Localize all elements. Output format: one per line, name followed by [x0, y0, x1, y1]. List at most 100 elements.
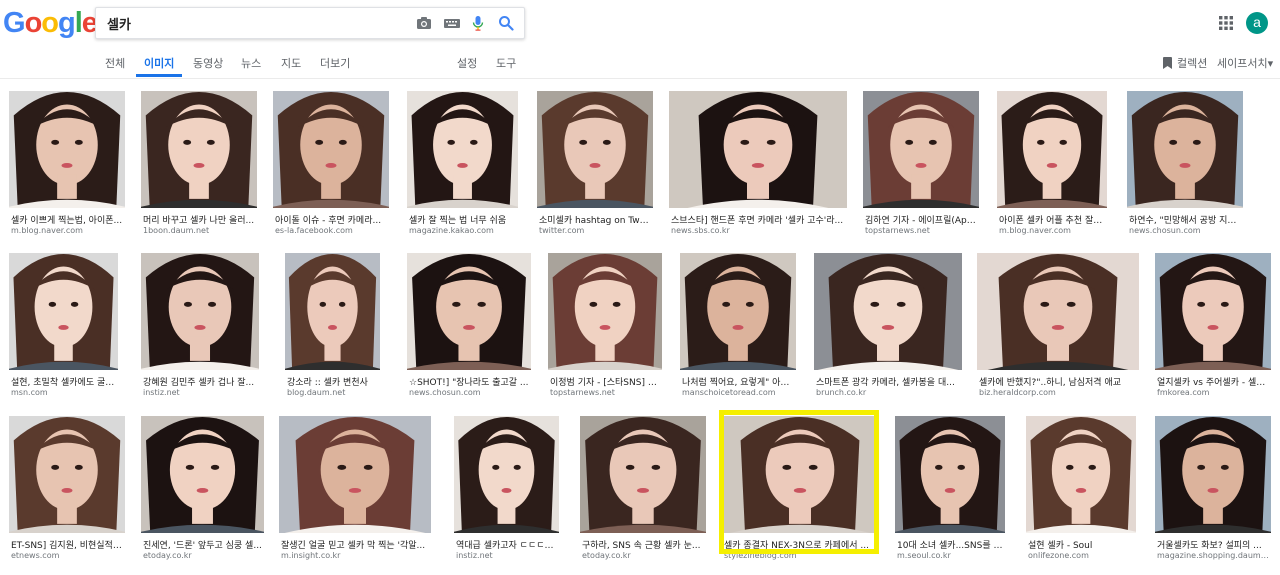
- result-thumbnail[interactable]: [279, 416, 431, 533]
- tab-tools[interactable]: 도구: [496, 55, 516, 71]
- result-caption[interactable]: 셀카 잘 찍는 법 너무 쉬움: [409, 213, 516, 226]
- result-caption[interactable]: 구하라, SNS 속 근황 셀카 눈...: [582, 538, 704, 551]
- tab-images[interactable]: 이미지: [144, 55, 174, 71]
- result-thumbnail[interactable]: [285, 253, 380, 370]
- image-result[interactable]: 설현, 초밀착 셀카에도 굴욕... msn.com: [9, 253, 118, 400]
- result-caption[interactable]: 진세연, '드론' 앞두고 심쿵 셀...: [143, 538, 262, 551]
- result-thumbnail[interactable]: [863, 91, 979, 208]
- result-thumbnail[interactable]: [454, 416, 559, 533]
- image-result[interactable]: 아이돌 이슈 - 후면 카메라... es-la.facebook.com: [273, 91, 389, 238]
- tab-all[interactable]: 전체: [105, 55, 125, 71]
- result-thumbnail[interactable]: [273, 91, 389, 208]
- image-result[interactable]: 구하라, SNS 속 근황 셀카 눈... etoday.co.kr: [580, 416, 706, 563]
- result-thumbnail[interactable]: [141, 416, 264, 533]
- result-thumbnail[interactable]: [141, 253, 259, 370]
- image-result[interactable]: 이정범 기자 - [스타SNS] 하... topstarnews.net: [548, 253, 662, 400]
- tab-more[interactable]: 더보기: [320, 55, 350, 71]
- result-caption[interactable]: 소미셀카 hashtag on Twitter: [539, 213, 651, 226]
- result-caption[interactable]: 아이폰 셀카 어플 추천 잘나...: [999, 213, 1105, 226]
- image-result[interactable]: 스브스타] 핸드폰 후면 카메라 '셀카 고수'라... news.sbs.co.…: [669, 91, 847, 238]
- result-thumbnail[interactable]: [141, 91, 257, 208]
- image-result[interactable]: 10대 소녀 셀카...SNS를 공... m.seoul.co.kr: [895, 416, 1005, 563]
- result-thumbnail[interactable]: [9, 253, 118, 370]
- image-result[interactable]: 나처럼 찍어요, 요렇게" 아이... manschoicetoread.com: [680, 253, 796, 400]
- result-thumbnail[interactable]: [669, 91, 847, 208]
- result-caption[interactable]: 설현 셀카 - Soul: [1028, 538, 1134, 551]
- search-icon[interactable]: [497, 14, 515, 32]
- tab-maps[interactable]: 지도: [281, 55, 301, 71]
- image-result[interactable]: 셀카 종결자 NEX-3N으로 카페에서 ... stylezineblog.co…: [722, 416, 878, 563]
- image-result[interactable]: 소미셀카 hashtag on Twitter twitter.com: [537, 91, 653, 238]
- result-caption[interactable]: 잘생긴 얼굴 믿고 셀카 막 찍는 '각알...: [281, 538, 429, 551]
- keyboard-icon[interactable]: [443, 14, 461, 32]
- collections-button[interactable]: 컬렉션: [1162, 55, 1207, 71]
- image-result[interactable]: ☆SHOT!] "장나라도 출고갈 ... news.chosun.com: [407, 253, 531, 400]
- result-thumbnail[interactable]: [680, 253, 796, 370]
- result-thumbnail[interactable]: [407, 253, 531, 370]
- image-result[interactable]: 머리 바꾸고 셀카 나만 올러... 1boon.daum.net: [141, 91, 257, 238]
- result-caption[interactable]: 셀카에 반했지?"..하니, 남심저격 애교: [979, 375, 1137, 388]
- image-result[interactable]: 하연수, "민망해서 공방 지운다"...news.chosun.com: [1127, 91, 1243, 238]
- tab-news[interactable]: 뉴스: [241, 55, 261, 71]
- result-caption[interactable]: 이정범 기자 - [스타SNS] 하...: [550, 375, 660, 388]
- result-thumbnail[interactable]: [997, 91, 1107, 208]
- image-result[interactable]: 잘생긴 얼굴 믿고 셀카 막 찍는 '각알... m.insight.co.kr: [279, 416, 431, 563]
- result-caption[interactable]: 10대 소녀 셀카...SNS를 공...: [897, 538, 1003, 551]
- tab-videos[interactable]: 동영상: [193, 55, 223, 71]
- image-result[interactable]: 셀카에 반했지?"..하니, 남심저격 애교 biz.heraldcorp.com: [977, 253, 1139, 400]
- camera-icon[interactable]: [415, 14, 433, 32]
- account-avatar[interactable]: a: [1246, 12, 1268, 34]
- result-caption[interactable]: 셀카 종결자 NEX-3N으로 카페에서 ...: [724, 538, 876, 551]
- apps-grid-icon[interactable]: [1219, 15, 1233, 30]
- result-thumbnail[interactable]: [977, 253, 1139, 370]
- result-caption[interactable]: 나처럼 찍어요, 요렇게" 아이...: [682, 375, 794, 388]
- result-caption[interactable]: 강소라 :: 셀카 변천사: [287, 375, 378, 388]
- result-thumbnail[interactable]: [580, 416, 706, 533]
- result-thumbnail[interactable]: [407, 91, 518, 208]
- result-caption[interactable]: 거울셀카도 화보? 설피의 ...: [1157, 538, 1269, 551]
- google-logo[interactable]: Google: [3, 7, 98, 40]
- image-result[interactable]: 얼지셀카 vs 주어셀카 - 셀카... fmkorea.com: [1155, 253, 1271, 400]
- result-thumbnail[interactable]: [1127, 91, 1243, 208]
- tab-settings[interactable]: 설정: [457, 55, 477, 71]
- result-caption[interactable]: 셀카 이쁘게 찍는법, 아이폰...: [11, 213, 123, 226]
- result-thumbnail[interactable]: [537, 91, 653, 208]
- safesearch-dropdown[interactable]: 세이프서치▾: [1217, 55, 1273, 71]
- result-thumbnail[interactable]: [1026, 416, 1136, 533]
- result-thumbnail[interactable]: [722, 416, 878, 533]
- image-result[interactable]: 설현 셀카 - Soul onlifezone.com: [1026, 416, 1136, 563]
- search-input[interactable]: 셀카: [107, 14, 131, 33]
- result-thumbnail[interactable]: [1155, 416, 1271, 533]
- result-caption[interactable]: 강혜원 김민주 셀카 겁나 잘...: [143, 375, 257, 388]
- result-caption[interactable]: ☆SHOT!] "장나라도 출고갈 ...: [409, 375, 529, 388]
- result-caption[interactable]: 스마트폰 광각 카메라, 셀카봉을 대...: [816, 375, 960, 388]
- image-result[interactable]: 스마트폰 광각 카메라, 셀카봉을 대... brunch.co.kr: [814, 253, 962, 400]
- result-thumbnail[interactable]: [9, 416, 125, 533]
- result-thumbnail[interactable]: [548, 253, 662, 370]
- result-caption[interactable]: 얼지셀카 vs 주어셀카 - 셀카...: [1157, 375, 1269, 388]
- search-box[interactable]: 셀카: [95, 7, 525, 39]
- image-result[interactable]: 진세연, '드론' 앞두고 심쿵 셀... etoday.co.kr: [141, 416, 264, 563]
- result-thumbnail[interactable]: [895, 416, 1005, 533]
- image-result[interactable]: 역대급 셀카고자 ㄷㄷㄷㄷ... instiz.net: [454, 416, 559, 563]
- result-caption[interactable]: 설현, 초밀착 셀카에도 굴욕...: [11, 375, 116, 388]
- result-thumbnail[interactable]: [9, 91, 125, 208]
- result-caption[interactable]: 역대급 셀카고자 ㄷㄷㄷㄷ...: [456, 538, 557, 551]
- image-result[interactable]: 아이폰 셀카 어플 추천 잘나... m.blog.naver.com: [997, 91, 1107, 238]
- image-result[interactable]: ET-SNS] 김지원, 비현실적 ... etnews.com: [9, 416, 125, 563]
- result-caption[interactable]: ET-SNS] 김지원, 비현실적 ...: [11, 538, 123, 551]
- image-result[interactable]: 강혜원 김민주 셀카 겁나 잘... instiz.net: [141, 253, 259, 400]
- image-result[interactable]: 강소라 :: 셀카 변천사 blog.daum.net: [285, 253, 380, 400]
- result-caption[interactable]: 하연수, "민망해서 공방 지운다"...: [1129, 213, 1241, 226]
- result-thumbnail[interactable]: [814, 253, 962, 370]
- image-result[interactable]: 거울셀카도 화보? 설피의 ... magazine.shopping.daum.…: [1155, 416, 1271, 563]
- result-caption[interactable]: 아이돌 이슈 - 후면 카메라...: [275, 213, 387, 226]
- result-thumbnail[interactable]: [1155, 253, 1271, 370]
- result-caption[interactable]: 김하연 기자 - 에이프릴(Apr...: [865, 213, 977, 226]
- result-caption[interactable]: 머리 바꾸고 셀카 나만 올러...: [143, 213, 255, 226]
- image-result[interactable]: 김하연 기자 - 에이프릴(Apr... topstarnews.net: [863, 91, 979, 238]
- image-result[interactable]: 셀카 잘 찍는 법 너무 쉬움 magazine.kakao.com: [407, 91, 518, 238]
- image-result[interactable]: 셀카 이쁘게 찍는법, 아이폰... m.blog.naver.com: [9, 91, 125, 238]
- microphone-icon[interactable]: [469, 14, 487, 32]
- result-caption[interactable]: 스브스타] 핸드폰 후면 카메라 '셀카 고수'라...: [671, 213, 845, 226]
